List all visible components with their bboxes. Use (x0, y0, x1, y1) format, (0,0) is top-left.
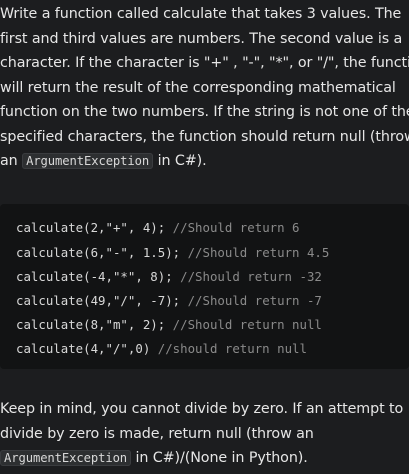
note-line: divide by zero is made, return null (thr… (0, 425, 314, 442)
code-comment: //Should return 4.5 (187, 245, 330, 260)
description-paragraph: Write a function called calculate that t… (0, 2, 409, 174)
code-comment: //Should return -7 (187, 293, 322, 308)
code-statement: calculate(8,"m", 2); (16, 317, 166, 332)
note-line: Keep in mind, you cannot divide by zero.… (0, 401, 404, 417)
code-comment: //should return null (157, 341, 307, 356)
inline-code-argument-exception: ArgumentException (22, 153, 154, 169)
inline-code-argument-exception: ArgumentException (0, 450, 132, 466)
code-example-block: calculate(2,"+", 4); //Should return 6 c… (0, 204, 409, 369)
note-line-last: ArgumentException in C#)/(None in Python… (0, 446, 409, 471)
code-comment: //Should return -32 (180, 269, 322, 284)
description-line: will return the result of the correspond… (0, 79, 396, 96)
code-statement: calculate(6,"-", 1.5); (16, 245, 181, 260)
note-paragraph: Keep in mind, you cannot divide by zero.… (0, 397, 409, 471)
code-line: calculate(8,"m", 2); //Should return nul… (16, 316, 322, 334)
description-line: function on the two numbers. If the stri… (0, 104, 409, 120)
note-suffix: in C#)/(None in Python). (135, 450, 308, 466)
code-line: calculate(4,"/",0) //should return null (16, 340, 307, 358)
code-statement: calculate(-4,"*", 8); (16, 269, 173, 284)
code-line: calculate(-4,"*", 8); //Should return -3… (16, 268, 322, 286)
code-comment: //Should return 6 (172, 220, 300, 235)
description-line: character. If the character is "+" , "-"… (0, 55, 409, 71)
code-statement: calculate(49,"/", -7); (16, 293, 181, 308)
code-comment: //Should return null (172, 317, 322, 332)
code-line: calculate(6,"-", 1.5); //Should return 4… (16, 244, 329, 262)
description-line: Write a function called calculate that t… (0, 6, 402, 22)
code-statement: calculate(2,"+", 4); (16, 220, 166, 235)
code-line: calculate(2,"+", 4); //Should return 6 (16, 219, 300, 237)
kata-description: Write a function called calculate that t… (0, 0, 409, 474)
code-line: calculate(49,"/", -7); //Should return -… (16, 292, 322, 310)
description-suffix: in C#). (157, 153, 207, 169)
description-line: first and third values are numbers. The … (0, 30, 403, 47)
description-line-last: an ArgumentException in C#). (0, 149, 409, 174)
description-prefix: an (0, 153, 18, 169)
description-line: specified characters, the function shoul… (0, 128, 409, 145)
code-statement: calculate(4,"/",0) (16, 341, 151, 356)
